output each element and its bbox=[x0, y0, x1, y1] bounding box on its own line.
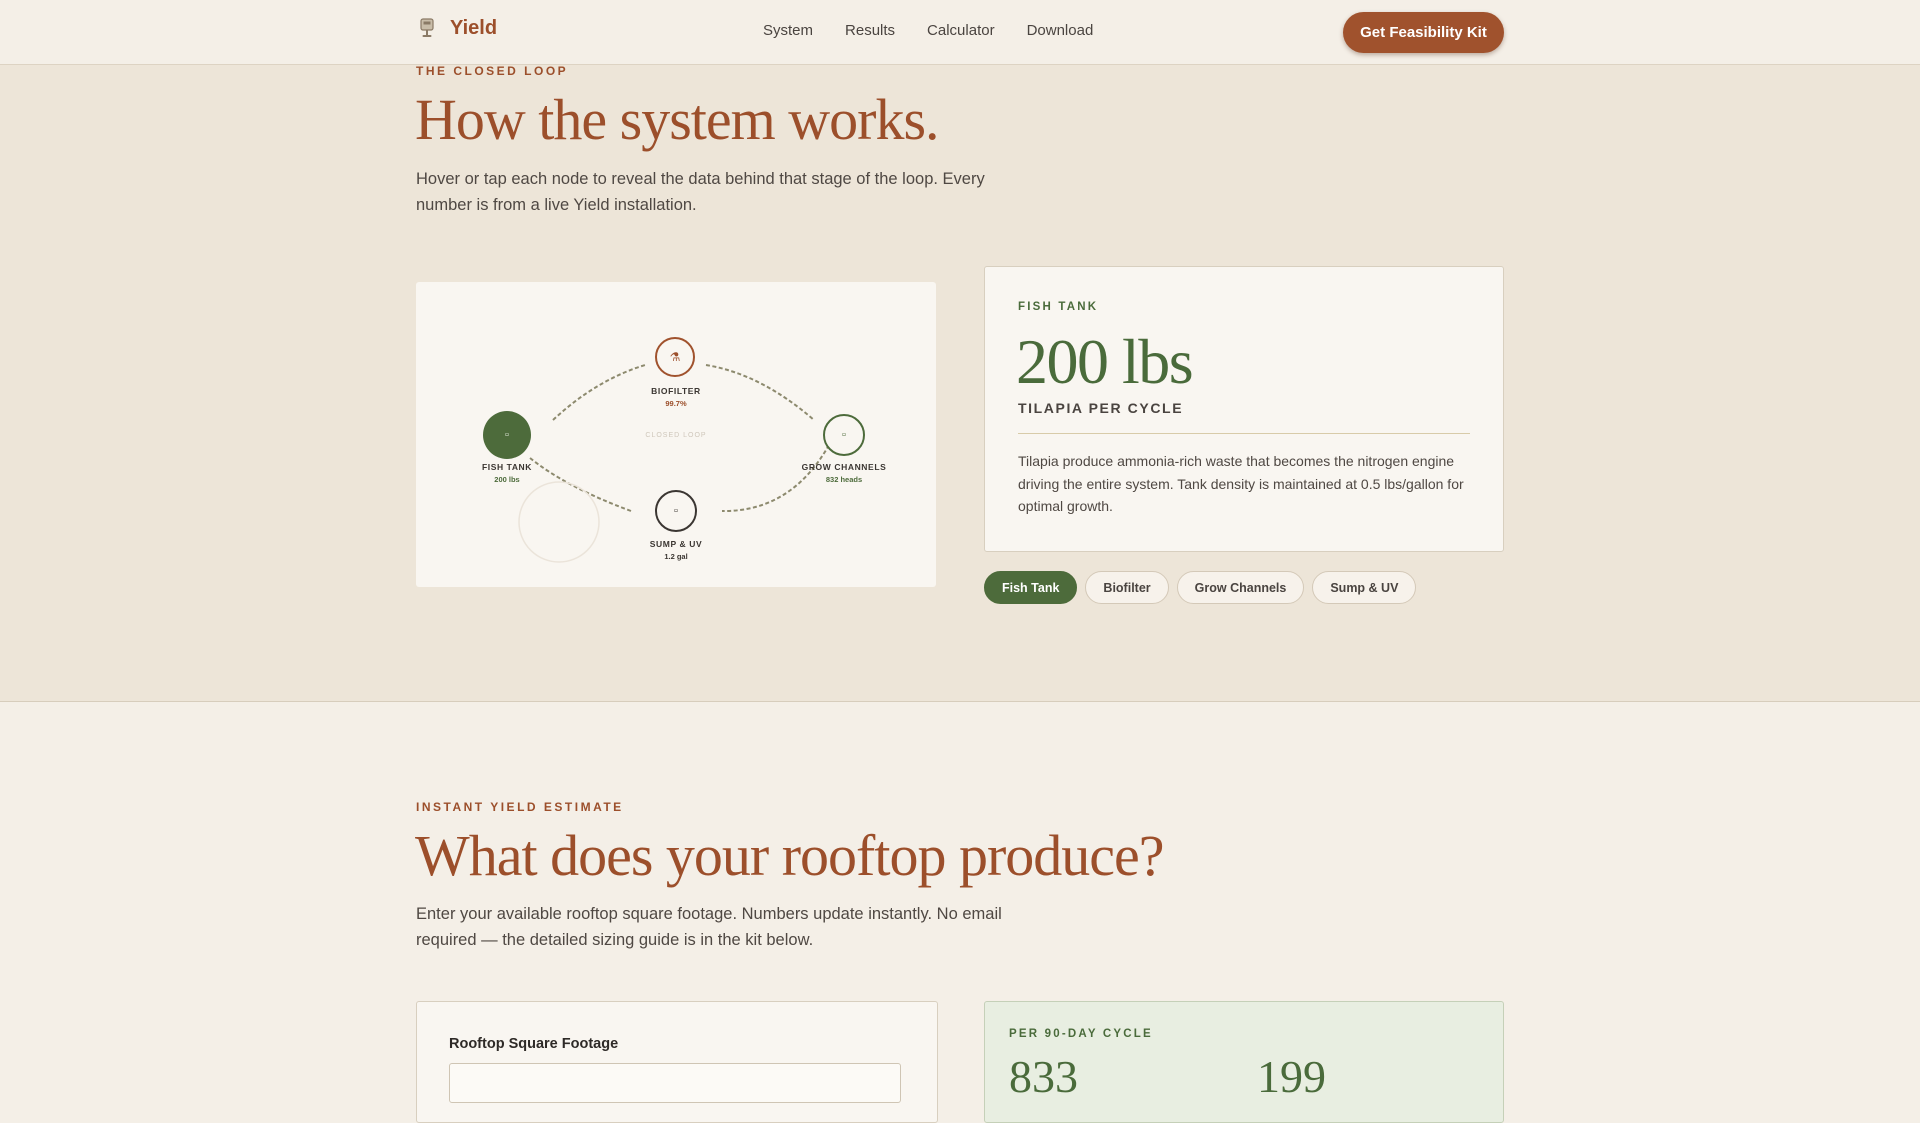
tab-grow-channels[interactable]: Grow Channels bbox=[1176, 571, 1305, 604]
brand-name: Yield bbox=[450, 16, 498, 39]
node-grow-channels[interactable]: ▫ bbox=[823, 414, 865, 456]
top-nav: Yield System Results Calculator Download… bbox=[0, 0, 1920, 65]
node-detail-card: FISH TANK 200 lbs TILAPIA PER CYCLE Tila… bbox=[984, 266, 1504, 552]
brand-logo[interactable]: Yield bbox=[416, 16, 497, 40]
square-footage-input[interactable] bbox=[449, 1063, 901, 1103]
node-fish-tank-label: FISH TANK bbox=[481, 462, 533, 472]
loop-diagram: ⚗ BIOFILTER 99.7% ▫ FISH TANK 200 lbs ▫ … bbox=[416, 282, 936, 587]
estimate-title: What does your rooftop produce? bbox=[415, 823, 1165, 888]
nav-link-download[interactable]: Download bbox=[1027, 22, 1094, 39]
leaf-icon: ▫ bbox=[842, 429, 846, 441]
system-section bbox=[0, 64, 1920, 702]
result-secondary-value: 199 bbox=[1257, 1051, 1326, 1102]
estimate-lede: Enter your available rooftop square foot… bbox=[416, 901, 1002, 953]
node-biofilter-value: 99.7% bbox=[665, 399, 687, 408]
nav-link-system[interactable]: System bbox=[763, 22, 813, 39]
node-sump-uv-value: 1.2 gal bbox=[664, 552, 688, 561]
estimate-lede-line-2: required — the detailed sizing guide is … bbox=[416, 931, 814, 949]
estimate-lede-line-1: Enter your available rooftop square foot… bbox=[416, 905, 1002, 923]
nav-link-calculator[interactable]: Calculator bbox=[927, 22, 995, 39]
tab-fish-tank[interactable]: Fish Tank bbox=[984, 571, 1078, 604]
detail-description: Tilapia produce ammonia-rich waste that … bbox=[1018, 453, 1464, 514]
node-biofilter[interactable]: ⚗ bbox=[655, 337, 695, 377]
yield-result-card: PER 90-DAY CYCLE 833 199 bbox=[984, 1001, 1504, 1123]
fish-icon: ▫ bbox=[505, 429, 509, 441]
system-lede-line-1: Hover or tap each node to reveal the dat… bbox=[416, 170, 985, 188]
tab-sump-uv[interactable]: Sump & UV bbox=[1312, 571, 1417, 604]
node-tabs: Fish Tank Biofilter Grow Channels Sump &… bbox=[984, 571, 1417, 604]
tab-biofilter[interactable]: Biofilter bbox=[1085, 571, 1169, 604]
node-sump-uv[interactable]: ▫ bbox=[655, 490, 697, 532]
droplet-icon: ▫ bbox=[674, 505, 678, 517]
system-lede-line-2: number is from a live Yield installation… bbox=[416, 196, 697, 214]
square-footage-label: Rooftop Square Footage bbox=[449, 1036, 619, 1052]
cup-logo-icon bbox=[420, 18, 434, 37]
result-eyebrow: PER 90-DAY CYCLE bbox=[1009, 1028, 1153, 1040]
node-biofilter-label: BIOFILTER bbox=[651, 386, 701, 396]
diagram-center-label: CLOSED LOOP bbox=[645, 432, 707, 439]
system-eyebrow: THE CLOSED LOOP bbox=[416, 64, 569, 78]
node-fish-tank[interactable]: ▫ bbox=[483, 411, 531, 459]
system-lede: Hover or tap each node to reveal the dat… bbox=[416, 166, 985, 218]
result-primary-value: 833 bbox=[1009, 1051, 1078, 1102]
node-fish-tank-value: 200 lbs bbox=[494, 475, 520, 484]
system-title: How the system works. bbox=[415, 87, 940, 152]
detail-value: 200 lbs bbox=[1016, 326, 1194, 397]
nav-link-results[interactable]: Results bbox=[845, 22, 895, 39]
detail-divider bbox=[1018, 433, 1470, 434]
detail-eyebrow: FISH TANK bbox=[1018, 301, 1099, 313]
node-sump-uv-label: SUMP & UV bbox=[649, 539, 703, 549]
node-grow-channels-value: 832 heads bbox=[825, 475, 863, 484]
get-feasibility-kit-button[interactable]: Get Feasibility Kit bbox=[1343, 12, 1504, 53]
node-grow-channels-label: GROW CHANNELS bbox=[801, 462, 887, 472]
nav-links: System Results Calculator Download bbox=[763, 22, 1093, 39]
estimate-eyebrow: INSTANT YIELD ESTIMATE bbox=[416, 800, 624, 814]
loop-ghost-ring bbox=[518, 481, 600, 563]
detail-unit: TILAPIA PER CYCLE bbox=[1018, 400, 1184, 416]
flask-icon: ⚗ bbox=[669, 350, 681, 364]
calculator-card: Rooftop Square Footage bbox=[416, 1001, 938, 1123]
